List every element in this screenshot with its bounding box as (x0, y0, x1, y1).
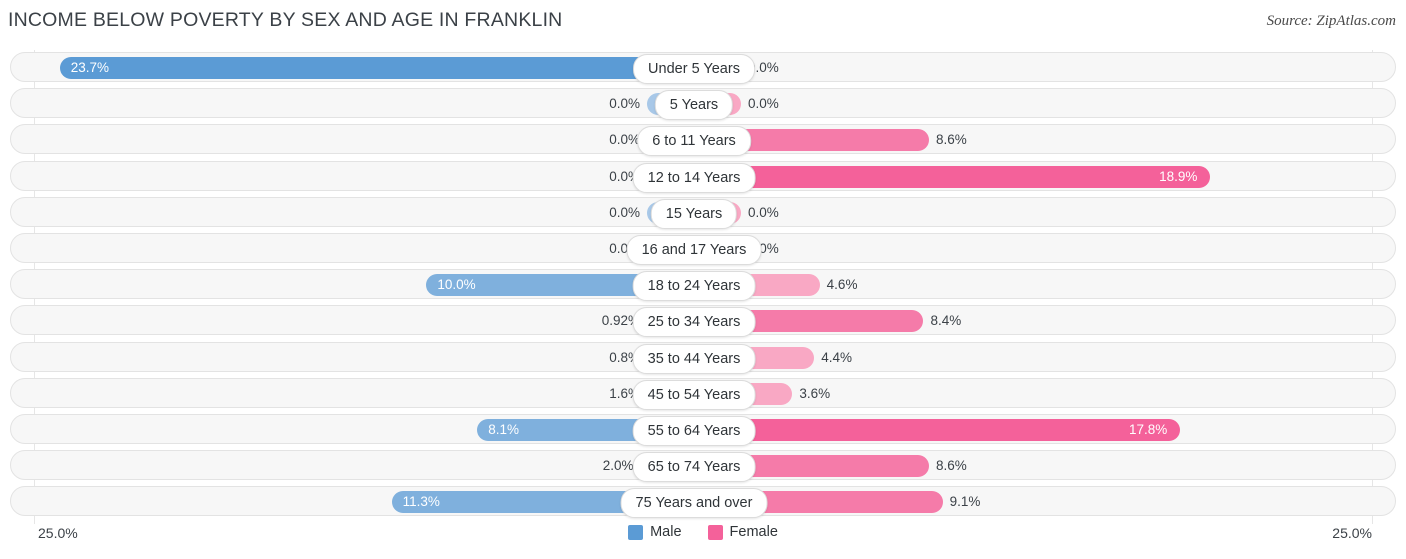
value-label-female: 17.8% (1129, 422, 1168, 437)
category-label[interactable]: 55 to 64 Years (632, 416, 756, 446)
value-label-female: 0.0% (748, 96, 779, 112)
category-label[interactable]: 18 to 24 Years (632, 271, 756, 302)
category-label[interactable]: 65 to 74 Years (632, 452, 756, 483)
row-bars: 0.0% 8.6% 6 to 11 Years (11, 125, 1397, 157)
table-row[interactable]: 0.0% 0.0% 15 Years (10, 196, 1397, 229)
value-label-female: 9.1% (949, 494, 981, 510)
legend-swatch-female (707, 524, 723, 540)
value-label-male: 11.3% (402, 494, 440, 510)
value-label-male: 0.0% (609, 132, 640, 148)
row-bars: 23.7% 0.0% Under 5 Years (11, 53, 1397, 84)
table-row[interactable]: 11.3% 9.1% 75 Years and over (10, 486, 1397, 519)
table-row[interactable]: 1.6% 3.6% 45 to 54 Years (10, 377, 1397, 410)
value-label-male: 0.0% (609, 204, 640, 220)
row-bars: 0.0% 18.9% 12 to 14 Years (11, 162, 1397, 193)
row-bars: 0.8% 4.4% 35 to 44 Years (11, 343, 1397, 374)
table-row[interactable]: 0.0% 18.9% 12 to 14 Years (10, 160, 1397, 193)
row-bars: 0.0% 0.0% 15 Years (11, 198, 1397, 229)
value-label-male: 10.0% (437, 277, 476, 293)
value-label-male: 0.0% (609, 96, 640, 112)
value-label-male: 0.0% (609, 168, 640, 184)
value-label-female: 8.6% (935, 132, 967, 148)
value-label-male: 8.1% (488, 422, 520, 437)
value-label-female: 4.6% (826, 277, 858, 293)
value-label-male: 0.92% (601, 313, 640, 329)
row-bars: 2.0% 8.6% 65 to 74 Years (11, 451, 1397, 483)
value-label-male: 0.8% (609, 349, 640, 365)
row-bars: 0.0% 0.0% 5 Years (11, 89, 1397, 121)
row-bars: 10.0% 4.6% 18 to 24 Years (11, 270, 1397, 302)
page-title: Income Below Poverty by Sex and Age in F… (8, 9, 563, 31)
value-label-female: 4.4% (821, 349, 852, 365)
chart-plot-area: 23.7% 0.0% Under 5 Years 0.0% 0.0% 5 Years 0.0… (0, 50, 1406, 524)
table-row[interactable]: 10.0% 4.6% 18 to 24 Years (10, 269, 1397, 302)
table-row[interactable]: 8.1% 17.8% 55 to 64 Years (10, 414, 1397, 446)
row-bars: 1.6% 3.6% 45 to 54 Years (11, 379, 1397, 410)
value-label-male: 2.0% (602, 458, 634, 474)
category-label[interactable]: 25 to 34 Years (632, 307, 756, 338)
table-row[interactable]: 0.0% 8.6% 6 to 11 Years (10, 124, 1397, 157)
legend-label-male: Male (650, 524, 682, 540)
row-bars: 8.1% 17.8% 55 to 64 Years (11, 415, 1397, 446)
table-row[interactable]: 0.0% 0.0% 5 Years (10, 88, 1397, 121)
value-label-male: 23.7% (70, 60, 110, 75)
bar-male[interactable] (59, 57, 694, 79)
row-bars: 11.3% 9.1% 75 Years and over (11, 487, 1397, 519)
category-label[interactable]: 15 Years (650, 198, 738, 229)
value-label-female: 8.6% (935, 458, 967, 474)
table-row[interactable]: 2.0% 8.6% 65 to 74 Years (10, 450, 1397, 483)
table-row[interactable]: 23.7% 0.0% Under 5 Years (10, 52, 1397, 84)
legend-item-male[interactable]: Male (628, 524, 682, 540)
category-label[interactable]: 45 to 54 Years (632, 379, 756, 410)
category-label[interactable]: 75 Years and over (620, 488, 768, 519)
legend-label-female: Female (729, 524, 778, 540)
value-label-female: 0.0% (748, 204, 779, 220)
source-attribution: Source: ZipAtlas.com (1266, 13, 1396, 29)
legend-item-female[interactable]: Female (707, 524, 778, 540)
chart-legend: Male Female (0, 524, 1406, 540)
value-label-male: 1.6% (609, 385, 640, 401)
value-label-female: 8.4% (930, 313, 962, 329)
category-label[interactable]: 5 Years (654, 90, 734, 121)
row-bars: 0.0% 0.0% 16 and 17 Years (11, 234, 1397, 265)
table-row[interactable]: 0.0% 0.0% 16 and 17 Years (10, 233, 1397, 265)
value-label-male: 0.0% (609, 241, 640, 256)
table-row[interactable]: 0.8% 4.4% 35 to 44 Years (10, 341, 1397, 374)
category-label[interactable]: 35 to 44 Years (632, 343, 756, 374)
legend-swatch-male (628, 524, 644, 540)
value-label-female: 3.6% (799, 385, 831, 401)
value-label-female: 18.9% (1159, 168, 1198, 184)
category-label[interactable]: 12 to 14 Years (632, 162, 756, 193)
category-label[interactable]: 16 and 17 Years (626, 235, 762, 265)
category-label[interactable]: Under 5 Years (633, 54, 755, 84)
table-row[interactable]: 0.92% 8.4% 25 to 34 Years (10, 305, 1397, 338)
category-label[interactable]: 6 to 11 Years (637, 126, 751, 157)
row-bars: 0.92% 8.4% 25 to 34 Years (11, 306, 1397, 338)
